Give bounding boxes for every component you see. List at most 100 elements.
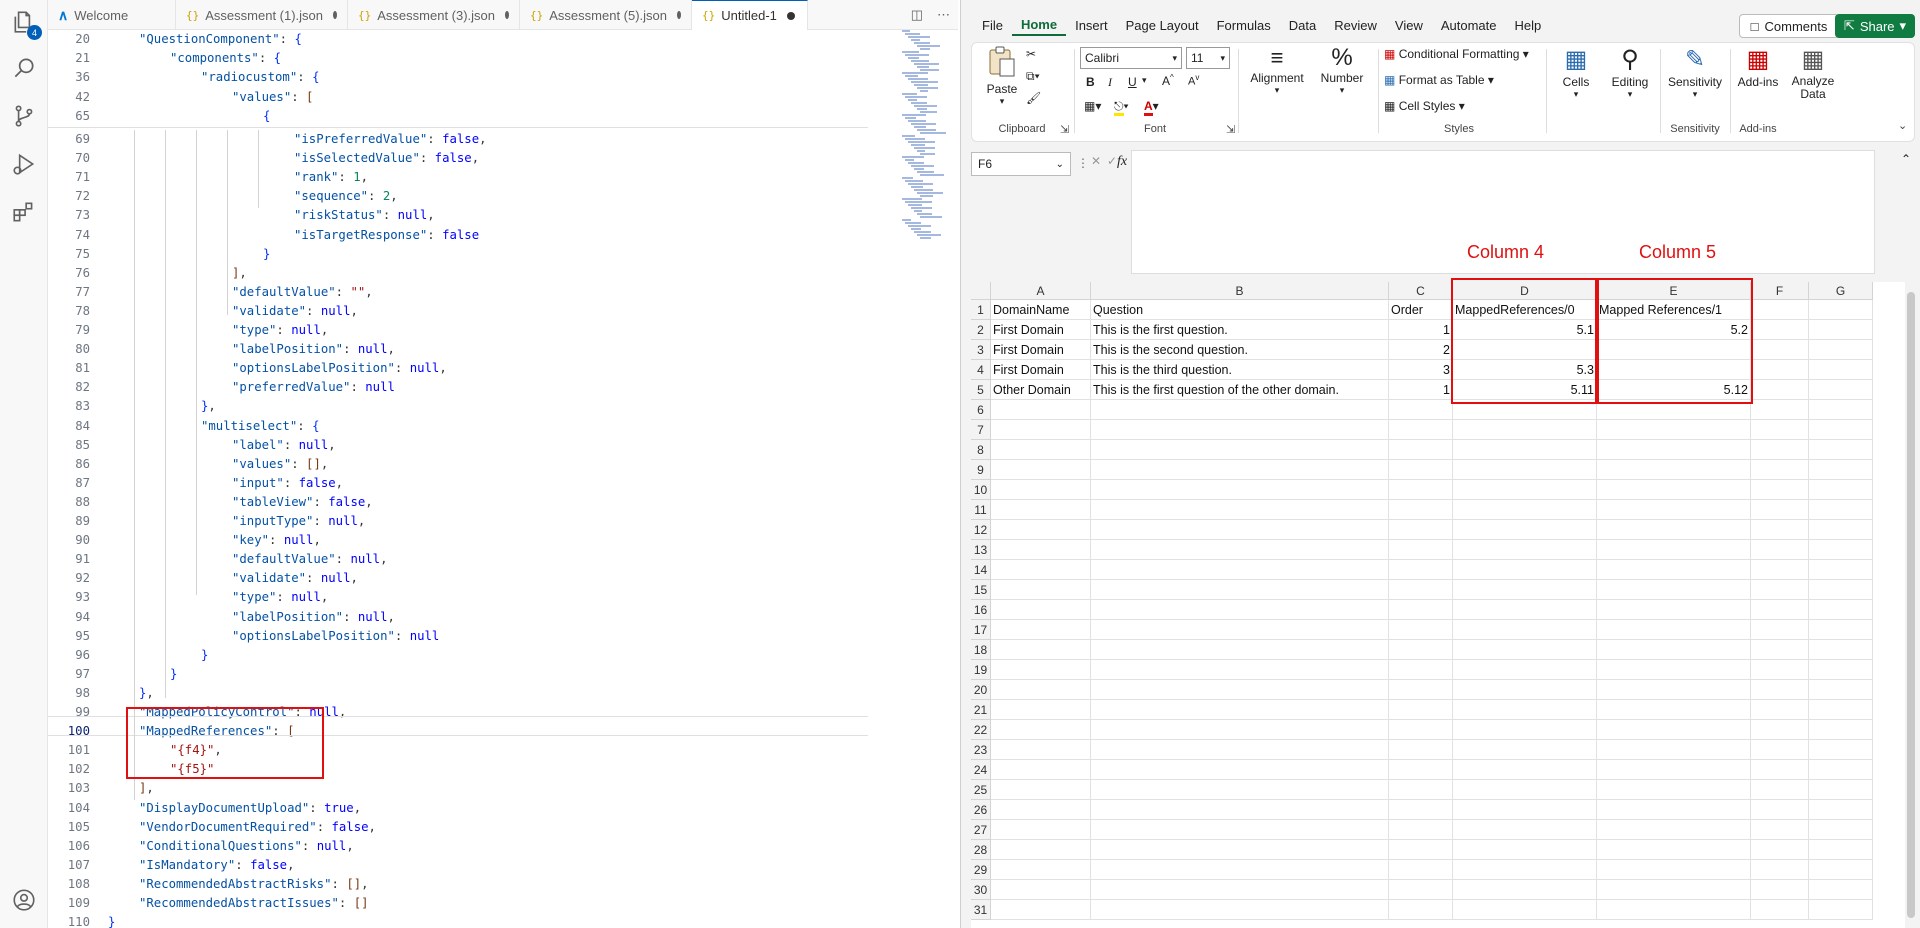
paste-button[interactable]: Paste ▾ — [982, 45, 1022, 107]
cell[interactable] — [1453, 760, 1597, 780]
cell[interactable] — [1091, 520, 1389, 540]
cell[interactable] — [1809, 540, 1873, 560]
cell[interactable] — [991, 700, 1091, 720]
cell[interactable] — [1597, 600, 1751, 620]
cell[interactable] — [1597, 860, 1751, 880]
cell[interactable] — [1751, 840, 1809, 860]
cell[interactable] — [1389, 800, 1453, 820]
more-actions-icon[interactable]: ⋯ — [937, 7, 950, 23]
cell[interactable] — [991, 460, 1091, 480]
cell[interactable] — [1809, 360, 1873, 380]
code-line[interactable]: 87 "input": false, — [48, 474, 848, 493]
cell-styles-button[interactable]: ▦ Cell Styles ▾ — [1384, 99, 1465, 113]
code-line[interactable]: 108 "RecommendedAbstractRisks": [], — [48, 875, 848, 894]
column-header[interactable]: A — [991, 282, 1091, 300]
cell[interactable] — [1597, 740, 1751, 760]
editing-button[interactable]: ⚲ Editing ▾ — [1602, 45, 1658, 100]
spreadsheet-grid[interactable]: A B C D E F G 1 DomainName Question Order MappedRef… — [971, 278, 1911, 928]
dialog-launcher-icon[interactable]: ⇲ — [1226, 123, 1235, 136]
column-header[interactable]: C — [1389, 282, 1453, 300]
code-line[interactable]: 76], — [48, 264, 848, 283]
cell[interactable] — [1751, 400, 1809, 420]
cell[interactable] — [1809, 660, 1873, 680]
cell[interactable] — [1091, 760, 1389, 780]
cell[interactable] — [1453, 680, 1597, 700]
row-header[interactable]: 17 — [971, 620, 991, 640]
row-header[interactable]: 13 — [971, 540, 991, 560]
code-line[interactable]: 77 "defaultValue": "", — [48, 283, 848, 302]
cell[interactable] — [1809, 860, 1873, 880]
cell[interactable] — [1809, 600, 1873, 620]
cell[interactable] — [1453, 560, 1597, 580]
cell[interactable] — [991, 580, 1091, 600]
cell[interactable] — [1389, 900, 1453, 920]
cell[interactable] — [991, 880, 1091, 900]
cell[interactable] — [1389, 640, 1453, 660]
decrease-font-icon[interactable]: Av — [1188, 73, 1199, 88]
cut-icon[interactable]: ✂ — [1026, 47, 1036, 61]
cell[interactable] — [1751, 880, 1809, 900]
cell[interactable] — [1389, 560, 1453, 580]
cell[interactable] — [1751, 820, 1809, 840]
code-line[interactable]: 94 "labelPosition": null, — [48, 608, 848, 627]
cell[interactable]: Question — [1091, 300, 1389, 320]
cell[interactable] — [1091, 680, 1389, 700]
cell[interactable] — [1453, 800, 1597, 820]
cell[interactable] — [1453, 420, 1597, 440]
cell[interactable] — [1751, 680, 1809, 700]
cell[interactable] — [1091, 620, 1389, 640]
code-line[interactable]: 20 "QuestionComponent": { — [48, 30, 848, 49]
cell[interactable] — [1453, 700, 1597, 720]
cell[interactable] — [1751, 520, 1809, 540]
row-header[interactable]: 12 — [971, 520, 991, 540]
cell[interactable] — [1809, 580, 1873, 600]
cell[interactable]: First Domain — [991, 340, 1091, 360]
cell[interactable] — [991, 780, 1091, 800]
source-control-icon[interactable] — [8, 100, 40, 132]
cell[interactable] — [1389, 740, 1453, 760]
row-header[interactable]: 14 — [971, 560, 991, 580]
cell[interactable] — [1389, 520, 1453, 540]
account-icon[interactable] — [8, 884, 40, 916]
cell[interactable] — [991, 760, 1091, 780]
cell[interactable] — [1809, 320, 1873, 340]
cell[interactable] — [1751, 580, 1809, 600]
cell[interactable] — [1809, 880, 1873, 900]
analyze-data-button[interactable]: ▦ Analyze Data — [1786, 45, 1840, 101]
cell[interactable] — [991, 480, 1091, 500]
code-line[interactable]: 91 "defaultValue": null, — [48, 550, 848, 569]
underline-button[interactable]: U — [1128, 75, 1137, 89]
cell[interactable] — [1751, 780, 1809, 800]
cell[interactable] — [1389, 880, 1453, 900]
select-all-corner[interactable] — [971, 282, 991, 300]
cell[interactable] — [1389, 460, 1453, 480]
unsaved-dot-icon[interactable] — [333, 11, 337, 19]
code-line[interactable]: 110} — [48, 913, 848, 928]
cell[interactable] — [991, 540, 1091, 560]
increase-font-icon[interactable]: A^ — [1162, 73, 1174, 88]
row-header[interactable]: 15 — [971, 580, 991, 600]
cell[interactable] — [991, 640, 1091, 660]
cell[interactable] — [1453, 780, 1597, 800]
cell[interactable] — [1453, 440, 1597, 460]
row-header[interactable]: 6 — [971, 400, 991, 420]
row-header[interactable]: 10 — [971, 480, 991, 500]
cell[interactable] — [991, 600, 1091, 620]
cell[interactable] — [991, 680, 1091, 700]
cell[interactable] — [1597, 520, 1751, 540]
dialog-launcher-icon[interactable]: ⇲ — [1060, 123, 1069, 136]
cell[interactable] — [1809, 480, 1873, 500]
cell[interactable] — [1597, 640, 1751, 660]
code-line[interactable]: 73 "riskStatus": null, — [48, 206, 848, 225]
cell[interactable] — [1597, 540, 1751, 560]
cell[interactable]: This is the third question. — [1091, 360, 1389, 380]
cell[interactable] — [1091, 740, 1389, 760]
font-size-select[interactable]: 11 ▾ — [1186, 47, 1230, 69]
menu-item-home[interactable]: Home — [1011, 14, 1067, 36]
cancel-icon[interactable]: ✕ — [1091, 154, 1101, 168]
menu-item-help[interactable]: Help — [1506, 14, 1551, 36]
cell[interactable] — [1389, 660, 1453, 680]
cell[interactable] — [1809, 460, 1873, 480]
extensions-icon[interactable] — [8, 196, 40, 228]
cell[interactable] — [1597, 660, 1751, 680]
